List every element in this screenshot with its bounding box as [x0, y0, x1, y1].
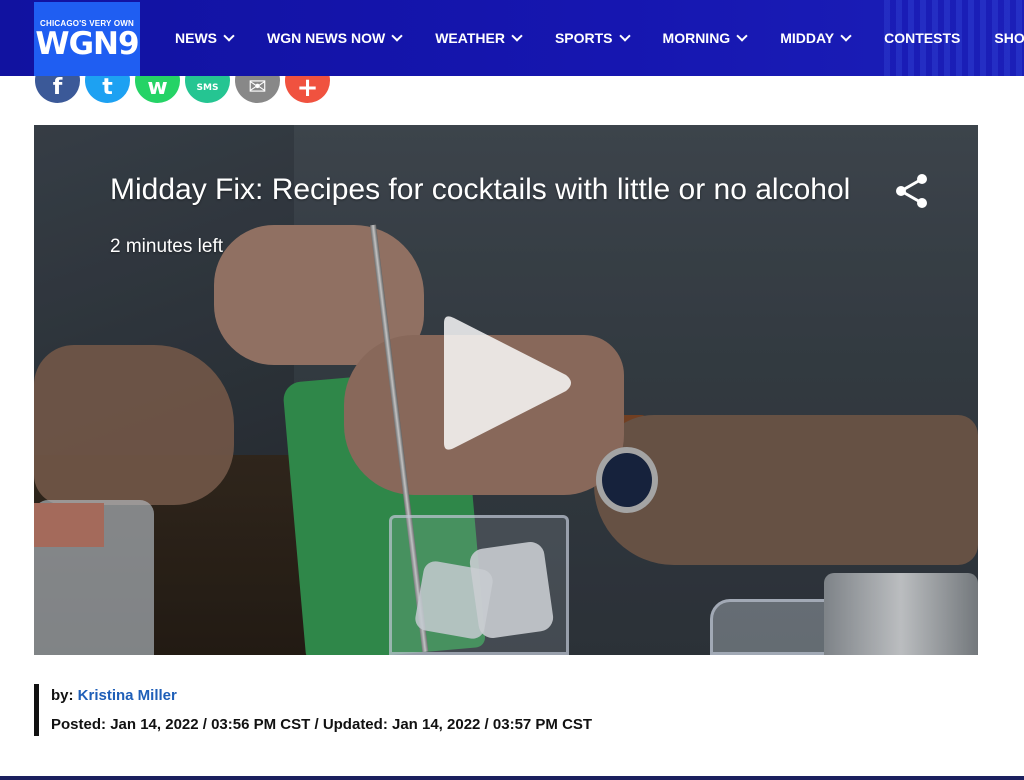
- nav-item-label: CONTESTS: [884, 30, 961, 46]
- posted-date: Jan 14, 2022 / 03:56 PM CST: [110, 716, 311, 733]
- whatsapp-icon: w: [147, 75, 168, 100]
- nav-item-contests[interactable]: CONTESTS: [884, 30, 960, 46]
- chevron-down-icon: [618, 29, 631, 42]
- sms-icon: SMS: [196, 82, 219, 93]
- chevron-down-icon: [736, 29, 748, 42]
- nav-item-label: MIDDAY: [780, 30, 835, 46]
- share-icon[interactable]: [892, 171, 932, 211]
- chevron-down-icon: [391, 29, 403, 42]
- wgn9-logo[interactable]: CHICAGO'S VERY OWN WGN9: [34, 2, 140, 76]
- nav-item-morning[interactable]: MORNING: [662, 29, 748, 46]
- facebook-icon: f: [52, 75, 63, 100]
- updated-label: Updated:: [322, 716, 388, 733]
- nav-item-label: SPORTS: [554, 30, 613, 46]
- date-separator: /: [314, 716, 319, 733]
- email-icon: ✉: [248, 75, 267, 100]
- nav-item-label: MORNING: [662, 30, 731, 46]
- article-byline: by: Kristina Miller Posted: Jan 14, 2022…: [34, 684, 734, 736]
- site-header: CHICAGO'S VERY OWN WGN9 NEWS WGN NEWS NO…: [0, 0, 1024, 76]
- video-player[interactable]: Midday Fix: Recipes for cocktails with l…: [34, 125, 978, 655]
- nav-item-weather[interactable]: WEATHER: [435, 29, 523, 46]
- video-title: Midday Fix: Recipes for cocktails with l…: [110, 173, 851, 206]
- byline-dates: Posted: Jan 14, 2022 / 03:56 PM CST / Up…: [51, 713, 734, 737]
- nav-item-sports[interactable]: SPORTS: [554, 29, 631, 46]
- page: f t w SMS ✉ + CHICAGO'S VERY OWN WGN9 NE…: [0, 0, 1024, 780]
- bottom-divider: [0, 776, 1024, 780]
- logo-mark: WGN9: [35, 25, 139, 62]
- nav-item-label: NEWS: [175, 30, 217, 46]
- posted-label: Posted:: [51, 716, 107, 733]
- nav-item-label: WEATHER: [435, 30, 505, 46]
- twitter-icon: t: [102, 75, 113, 100]
- main-nav: NEWS WGN NEWS NOW WEATHER SPORTS MORNING…: [175, 0, 1024, 76]
- play-icon[interactable]: [438, 313, 578, 453]
- nav-item-label: WGN NEWS NOW: [267, 30, 386, 46]
- nav-item-midday[interactable]: MIDDAY: [780, 29, 852, 46]
- nav-item-wgn-news-now[interactable]: WGN NEWS NOW: [267, 29, 403, 46]
- author-link[interactable]: Kristina Miller: [78, 687, 177, 704]
- byline-prefix: by:: [51, 687, 74, 704]
- video-time-left: 2 minutes left: [110, 236, 223, 257]
- byline-author-row: by: Kristina Miller: [51, 684, 734, 708]
- plus-icon: +: [296, 72, 319, 103]
- nav-item-news[interactable]: NEWS: [175, 29, 235, 46]
- chevron-down-icon: [511, 29, 523, 42]
- updated-date: Jan 14, 2022 / 03:57 PM CST: [391, 716, 593, 733]
- chevron-down-icon: [223, 29, 235, 42]
- chevron-down-icon: [840, 29, 852, 42]
- nav-item-shows[interactable]: SHOWS: [994, 30, 1024, 46]
- nav-item-label: SHOWS: [994, 30, 1024, 46]
